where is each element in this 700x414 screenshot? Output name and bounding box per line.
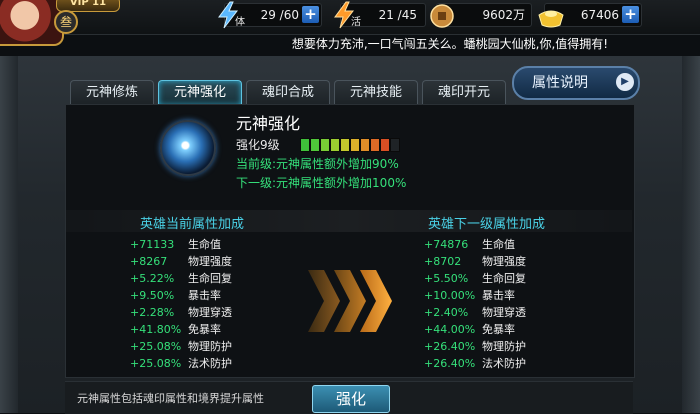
vitality-value: 21 /45: [378, 8, 417, 22]
stamina-stat: 体 29 /60 +: [218, 1, 322, 29]
level-segment: [320, 138, 330, 152]
attribute-value: +74876: [424, 238, 469, 251]
vitality-stat: 活 21 /45: [334, 1, 426, 29]
tab-spirit-skills[interactable]: 元神技能: [334, 80, 418, 105]
tab-spirit-cultivation[interactable]: 元神修炼: [70, 80, 154, 105]
attribute-value: +71133: [130, 238, 175, 251]
tab-spirit-strengthen[interactable]: 元神强化: [158, 80, 242, 105]
attribute-value: +26.40%: [424, 340, 476, 353]
attribute-name: 生命回复: [188, 272, 232, 285]
attribute-value: +41.80%: [130, 323, 182, 336]
tab-seal-opening[interactable]: 魂印开元: [422, 80, 506, 105]
next-attributes-header: 英雄下一级属性加成: [428, 217, 546, 232]
upgrade-arrows-icon: [308, 270, 392, 332]
level-label: 强化9级: [236, 138, 280, 152]
attribute-value: +5.22%: [130, 272, 175, 285]
stamina-label: 体: [235, 17, 245, 28]
attribute-row: +8702 物理强度: [424, 253, 526, 270]
attribute-row: +9.50% 暴击率: [130, 287, 232, 304]
attribute-row: +10.00% 暴击率: [424, 287, 526, 304]
attribute-value: +26.40%: [424, 357, 476, 370]
level-segment: [330, 138, 340, 152]
attribute-value: +8702: [424, 255, 462, 268]
attribute-row: +2.28% 物理穿透: [130, 304, 232, 321]
attribute-value: +9.50%: [130, 289, 175, 302]
attribute-row: +74876 生命值: [424, 236, 526, 253]
strengthen-button[interactable]: 强化: [312, 385, 390, 413]
current-attributes-header: 英雄当前属性加成: [140, 217, 245, 232]
add-stamina-button[interactable]: +: [302, 6, 319, 23]
attribute-value: +44.00%: [424, 323, 476, 336]
attribute-value: +25.08%: [130, 357, 182, 370]
panel-frame-right: [682, 56, 700, 413]
current-level-bonus: 当前级:元神属性额外增加90%: [236, 157, 399, 171]
attribute-info-button[interactable]: 属性说明 ▶: [512, 66, 640, 100]
rank-badge: 叁: [54, 10, 78, 34]
level-segment: [350, 138, 360, 152]
attribute-row: +2.40% 物理穿透: [424, 304, 526, 321]
skill-title: 元神强化: [236, 114, 301, 133]
level-segment: [300, 138, 310, 152]
attribute-row: +5.50% 生命回复: [424, 270, 526, 287]
attribute-row: +71133 生命值: [130, 236, 232, 253]
attribute-value: +2.40%: [424, 306, 469, 319]
scrolling-notice: 想要体力充沛,一口气闯五关么。蟠桃园大仙桃,你,值得拥有!: [291, 37, 609, 51]
attribute-name: 暴击率: [482, 289, 515, 302]
level-segment: [390, 138, 400, 152]
add-gold-button[interactable]: +: [622, 6, 639, 23]
attribute-name: 生命值: [482, 238, 515, 251]
panel-frame-left: [0, 56, 18, 413]
play-arrow-icon: ▶: [616, 73, 634, 91]
spirit-orb-icon: [160, 120, 216, 176]
attribute-row: +25.08% 法术防护: [130, 355, 232, 372]
current-attributes-list: +71133 生命值 +8267 物理强度 +5.22% 生命回复 +9.50% 暴击率 +2.…: [130, 236, 232, 372]
attribute-name: 物理强度: [188, 255, 232, 268]
attribute-value: +8267: [130, 255, 168, 268]
level-segment: [310, 138, 320, 152]
level-segment: [360, 138, 370, 152]
attribute-name: 物理强度: [482, 255, 526, 268]
vitality-label: 活: [351, 17, 361, 28]
attribute-name: 物理穿透: [482, 306, 526, 319]
attribute-name: 生命值: [188, 238, 221, 251]
attribute-value: +25.08%: [130, 340, 182, 353]
attribute-value: +2.28%: [130, 306, 175, 319]
gold-value: 67406: [580, 8, 619, 22]
attribute-row: +44.00% 免暴率: [424, 321, 526, 338]
attribute-info-label: 属性说明: [532, 75, 588, 91]
attribute-name: 物理穿透: [188, 306, 232, 319]
attribute-name: 暴击率: [188, 289, 221, 302]
level-segment: [370, 138, 380, 152]
attribute-name: 物理防护: [188, 340, 232, 353]
attribute-name: 免暴率: [482, 323, 515, 336]
stamina-value: 29 /60: [260, 8, 299, 22]
attribute-row: +41.80% 免暴率: [130, 321, 232, 338]
attribute-row: +25.08% 物理防护: [130, 338, 232, 355]
coins-stat: 9602万: [430, 3, 532, 28]
level-segment: [380, 138, 390, 152]
level-segment: [340, 138, 350, 152]
tab-seal-synthesis[interactable]: 魂印合成: [246, 80, 330, 105]
attribute-row: +8267 物理强度: [130, 253, 232, 270]
attribute-value: +5.50%: [424, 272, 469, 285]
attribute-value: +10.00%: [424, 289, 476, 302]
attribute-row: +5.22% 生命回复: [130, 270, 232, 287]
attribute-row: +26.40% 法术防护: [424, 355, 526, 372]
attribute-name: 法术防护: [482, 357, 526, 370]
level-progress-bar: [300, 138, 400, 152]
next-attributes-list: +74876 生命值 +8702 物理强度 +5.50% 生命回复 +10.00% 暴击率 +2…: [424, 236, 526, 372]
coins-value: 9602万: [482, 8, 525, 22]
attribute-name: 物理防护: [482, 340, 526, 353]
next-level-bonus: 下一级:元神属性额外增加100%: [236, 176, 407, 190]
attribute-name: 生命回复: [482, 272, 526, 285]
gold-stat: 67406 +: [538, 3, 642, 28]
coin-icon: [430, 4, 454, 28]
gold-ingot-icon: [538, 10, 564, 28]
attribute-name: 法术防护: [188, 357, 232, 370]
bottom-note: 元神属性包括魂印属性和境界提升属性: [77, 392, 264, 405]
attribute-name: 免暴率: [188, 323, 221, 336]
attribute-row: +26.40% 物理防护: [424, 338, 526, 355]
